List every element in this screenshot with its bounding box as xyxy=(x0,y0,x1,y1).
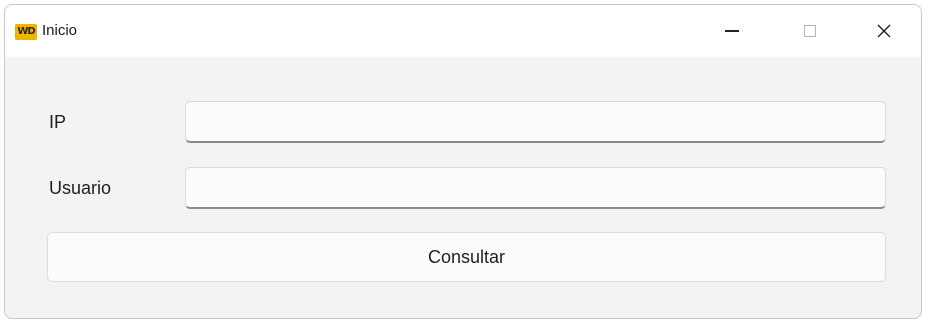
minimize-button[interactable] xyxy=(709,5,755,57)
app-logo-icon: WD xyxy=(15,24,37,40)
ip-input[interactable] xyxy=(185,101,886,143)
window-title: Inicio xyxy=(42,22,78,39)
maximize-button[interactable] xyxy=(787,5,833,57)
consultar-button[interactable]: Consultar xyxy=(47,232,886,282)
app-window: WD Inicio IP Usuario Consultar xyxy=(4,4,922,319)
usuario-label: Usuario xyxy=(49,178,112,198)
title-bar[interactable]: WD Inicio xyxy=(5,5,921,57)
maximize-icon xyxy=(804,25,816,37)
consultar-button-label: Consultar xyxy=(427,246,506,267)
usuario-input[interactable] xyxy=(185,167,886,209)
minimize-icon xyxy=(725,30,739,32)
close-button[interactable] xyxy=(861,5,907,57)
ip-label: IP xyxy=(49,112,67,132)
close-icon xyxy=(877,24,891,38)
